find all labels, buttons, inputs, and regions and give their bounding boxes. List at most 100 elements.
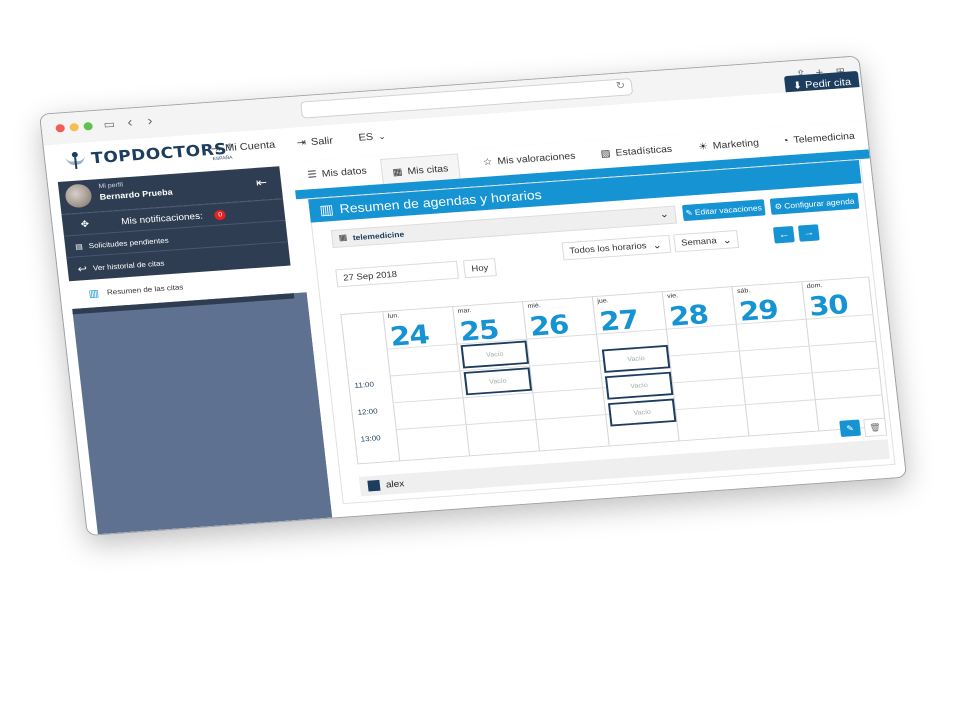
arrow-left-icon: ←: [777, 229, 790, 241]
trash-icon: 🗑: [868, 422, 882, 432]
tab-mis-datos[interactable]: ☰ Mis datos: [307, 165, 367, 180]
chart-icon: ▨: [600, 148, 612, 160]
chevron-down-icon: ⌄: [377, 131, 387, 141]
agenda-select-value: telemedicine: [352, 229, 405, 243]
view-select[interactable]: Semana ⌄: [673, 229, 740, 253]
delete-button[interactable]: 🗑: [863, 417, 888, 438]
profile-name: Bernardo Prueba: [99, 187, 174, 202]
browser-window: ▭ ‹ › ↻ ⇪ + ⊞ ⬇ Pedir cita TOPDOCTORS® E…: [39, 55, 908, 536]
day-abbr: vie.: [666, 292, 679, 300]
previous-week-button[interactable]: ←: [772, 226, 795, 244]
sidebar-item-label: Resumen de las citas: [106, 282, 184, 297]
mi-cuenta-label: Mi Cuenta: [224, 139, 276, 154]
profile-caption: Mi perfil: [98, 181, 124, 190]
chat-icon: ◔: [781, 135, 790, 147]
download-icon: ⬇: [792, 80, 803, 92]
tab-telemedicina[interactable]: ◔ Telemedicina: [782, 131, 856, 147]
logout-icon[interactable]: ⇤: [255, 175, 268, 190]
tab-mis-valoraciones[interactable]: ☆ Mis valoraciones: [482, 151, 576, 168]
list-icon: ☰: [306, 169, 318, 181]
salir-label: Salir: [310, 134, 334, 148]
reply-icon: ↩: [77, 263, 88, 275]
tab-label: Marketing: [712, 137, 760, 152]
tab-marketing[interactable]: ☀ Marketing: [698, 137, 760, 152]
sidebar: Mi perfil Bernardo Prueba ⇤ ✥ Mis notifi…: [47, 161, 333, 535]
empty-slot-label: Vacío: [627, 355, 646, 363]
editar-vacaciones-button[interactable]: ✎ Editar vacaciones: [681, 199, 766, 222]
main-content: ☰ Mis datos ▦ Mis citas ☆ Mis valoraciones …: [291, 120, 906, 518]
next-week-button[interactable]: →: [797, 224, 820, 242]
configurar-agenda-label: Configurar agenda: [783, 196, 855, 211]
empty-slot-label: Vacío: [488, 377, 507, 386]
empty-slot-label: Vacío: [485, 350, 504, 359]
building-icon: ▦: [338, 232, 348, 243]
tab-estadisticas[interactable]: ▨ Estadísticas: [600, 144, 673, 160]
close-window-dot[interactable]: [55, 123, 66, 133]
notifications-badge: 0: [214, 209, 227, 220]
gear-icon: ⚙: [774, 201, 783, 211]
edit-calendar-button[interactable]: ✎: [839, 419, 862, 438]
chevron-down-icon: ⌄: [651, 239, 663, 251]
empty-slot[interactable]: Vacío: [604, 371, 674, 400]
clipboard-icon: ▤: [74, 242, 84, 251]
hoy-button[interactable]: Hoy: [462, 258, 497, 279]
tab-label: Estadísticas: [614, 143, 673, 159]
tab-label: Telemedicina: [792, 130, 856, 146]
calendar-icon: ▦: [392, 166, 404, 178]
configurar-agenda-button[interactable]: ⚙ Configurar agenda: [769, 192, 860, 215]
bulb-icon: ☀: [697, 141, 709, 153]
chevron-down-icon: ⌄: [659, 208, 670, 221]
back-arrow-icon[interactable]: ‹: [127, 115, 134, 131]
logo-country: ESPAÑA: [212, 155, 233, 162]
edit-icon: ✎: [845, 423, 855, 433]
legend-label: alex: [385, 478, 405, 490]
sidebar-toggle-icon[interactable]: ▭: [103, 118, 116, 131]
empty-slot-label: Vacío: [630, 381, 649, 390]
schedule-select-value: Todos los horarios: [568, 240, 647, 256]
day-abbr: jue.: [597, 297, 610, 305]
week-calendar: lun. 24 mar. 25 mié. 26 jue. 27 vie. 28 sáb. 2…: [340, 276, 887, 466]
chevron-down-icon: ⌄: [721, 234, 733, 246]
logout-icon: ⇥: [296, 137, 307, 149]
maximize-window-dot[interactable]: [83, 121, 94, 131]
day-abbr: mié.: [527, 302, 542, 310]
time-label: 13:00: [360, 433, 382, 444]
sidebar-item-label: Solicitudes pendientes: [88, 235, 170, 250]
time-label: 12:00: [357, 407, 379, 417]
date-input-value: 27 Sep 2018: [342, 269, 398, 283]
account-icon: ⇥: [210, 143, 221, 155]
legend-swatch: [367, 479, 381, 492]
hoy-label: Hoy: [470, 262, 489, 274]
notebook-icon: ▥: [318, 202, 335, 219]
avatar: [64, 183, 93, 209]
screenshot-scene: ▭ ‹ › ↻ ⇪ + ⊞ ⬇ Pedir cita TOPDOCTORS® E…: [0, 0, 960, 720]
empty-slot-label: Vacío: [633, 408, 652, 417]
date-input[interactable]: 27 Sep 2018: [335, 260, 460, 288]
edit-icon: ✎: [685, 207, 694, 217]
day-abbr: sáb.: [736, 287, 751, 295]
schedule-select[interactable]: Todos los horarios ⌄: [561, 234, 672, 261]
arrow-right-icon: →: [802, 227, 815, 239]
language-select[interactable]: ES ⌄: [357, 131, 387, 144]
empty-slot[interactable]: Vacío: [601, 344, 671, 373]
empty-slot[interactable]: Vacío: [607, 398, 677, 427]
day-abbr: mar.: [457, 307, 472, 315]
language-label: ES: [357, 131, 374, 144]
star-icon: ☆: [482, 156, 494, 168]
agenda-icon: ▥: [88, 287, 100, 300]
sidebar-empty-panel: [72, 292, 333, 535]
day-abbr: lun.: [387, 312, 400, 320]
tab-label: Mis citas: [406, 163, 449, 177]
caduceus-icon: [62, 149, 88, 170]
reload-icon[interactable]: ↻: [615, 79, 625, 91]
empty-slot[interactable]: Vacío: [463, 367, 533, 396]
agenda-card: ▥ Resumen de agendas y horarios ▦ teleme…: [308, 158, 896, 505]
forward-arrow-icon[interactable]: ›: [147, 113, 154, 129]
tab-label: Mis valoraciones: [496, 150, 577, 167]
editar-vacaciones-label: Editar vacaciones: [694, 203, 763, 217]
empty-slot[interactable]: Vacío: [460, 340, 530, 369]
salir-link[interactable]: ⇥ Salir: [296, 135, 333, 149]
time-label: 11:00: [354, 380, 375, 390]
notifications-label: Mis notificaciones:: [120, 210, 204, 227]
minimize-window-dot[interactable]: [69, 122, 80, 132]
